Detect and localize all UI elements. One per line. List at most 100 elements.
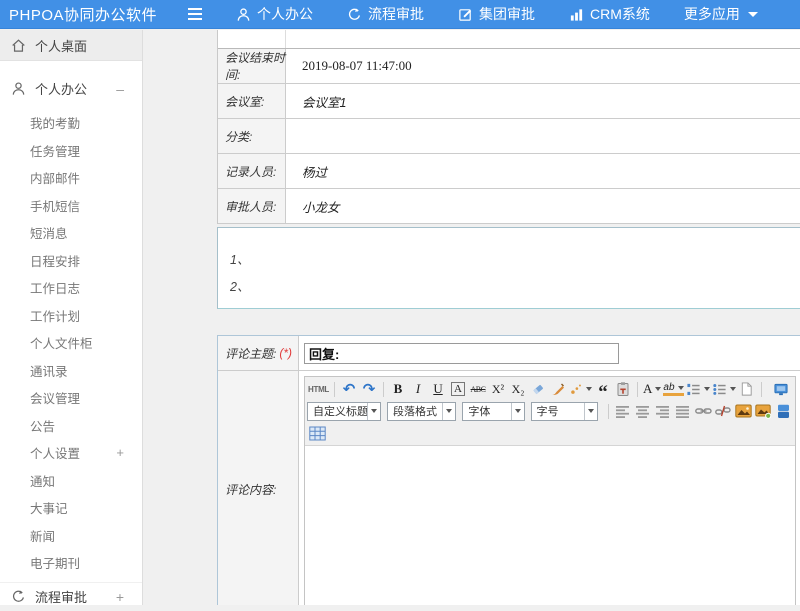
sidebar-item[interactable]: 短消息 — [0, 219, 142, 247]
font-name-icon[interactable]: A — [451, 382, 465, 396]
expand-icon[interactable]: + — [116, 589, 124, 605]
sidebar-item[interactable]: 公告 — [0, 412, 142, 440]
sidebar-item[interactable]: 内部邮件 — [0, 164, 142, 192]
nav-more-apps[interactable]: 更多应用 — [684, 4, 758, 24]
subscript-icon[interactable]: X₂ — [509, 380, 527, 398]
sidebar-item-label: 任务管理 — [30, 141, 80, 160]
nav-group-approval[interactable]: 集团审批 — [458, 4, 535, 24]
sidebar-item[interactable]: 新闻 — [0, 522, 142, 550]
toolbar-row-3 — [307, 422, 793, 444]
comment-content-label: 评论内容: — [218, 371, 299, 605]
insert-media-icon[interactable] — [774, 402, 792, 420]
editor-toolbar: HTML ↶ ↷ B I U A ABC X² X₂ — [305, 377, 795, 445]
rich-text-editor: HTML ↶ ↷ B I U A ABC X² X₂ — [304, 376, 796, 605]
source-code-button[interactable]: HTML — [308, 380, 329, 398]
undo-icon[interactable]: ↶ — [340, 380, 358, 398]
menu-toggle-icon[interactable] — [188, 8, 202, 20]
underline-icon[interactable]: U — [429, 380, 447, 398]
sidebar-item[interactable]: 会议管理 — [0, 384, 142, 412]
superscript-icon[interactable]: X² — [489, 380, 507, 398]
network-image-icon[interactable] — [754, 402, 772, 420]
sidebar-item-label: 日程安排 — [30, 251, 80, 270]
sidebar-item[interactable]: 电子期刊 — [0, 549, 142, 577]
field-label: 会议结束时间: — [218, 49, 286, 83]
align-right-icon[interactable] — [654, 402, 672, 420]
sidebar-item[interactable]: 工作计划 — [0, 302, 142, 330]
meeting-rows: 会议结束时间: 2019-08-07 11:47:00 会议室: 会议室1 分类… — [218, 49, 800, 224]
sidebar-item[interactable]: 日程安排 — [0, 247, 142, 275]
strikethrough-icon[interactable]: ABC — [469, 380, 487, 398]
table-row: 会议室: 会议室1 — [218, 84, 800, 119]
sidebar-item-label: 工作日志 — [30, 278, 80, 297]
nav-crm-system[interactable]: CRM系统 — [569, 4, 650, 24]
new-document-icon[interactable] — [738, 380, 756, 398]
required-mark: (*) — [279, 346, 292, 360]
process-icon — [11, 589, 26, 604]
paste-icon[interactable] — [614, 380, 632, 398]
app-brand[interactable]: PHPOA协同办公软件 — [0, 4, 188, 25]
font-size-select[interactable]: 字号 — [531, 402, 599, 421]
sidebar-item[interactable]: 我的考勤 — [0, 109, 142, 137]
sidebar-item-label: 工作计划 — [30, 306, 80, 325]
quick-format-icon[interactable] — [569, 380, 592, 398]
sidebar-item-label: 会议管理 — [30, 388, 80, 407]
insert-image-icon[interactable] — [734, 402, 752, 420]
unlink-icon[interactable] — [714, 402, 732, 420]
unordered-list-icon[interactable] — [712, 380, 736, 398]
remove-format-icon[interactable] — [529, 380, 547, 398]
toolbar-row-2: 自定义标题 段落格式 字体 — [307, 400, 793, 422]
sidebar-item-label: 手机短信 — [30, 196, 80, 215]
sidebar-group-process-approval[interactable]: 流程审批 + — [0, 582, 142, 611]
font-family-select[interactable]: 字体 — [462, 402, 524, 421]
sidebar-group-personal-office[interactable]: 个人办公 – — [0, 74, 142, 103]
highlight-color-icon[interactable]: ab — [663, 382, 683, 396]
sidebar-item[interactable]: 通知 — [0, 467, 142, 495]
collapse-icon[interactable]: – — [116, 81, 124, 97]
toolbar-row-1: HTML ↶ ↷ B I U A ABC X² X₂ — [307, 378, 793, 400]
paragraph-format-select[interactable]: 段落格式 — [387, 402, 456, 421]
align-center-icon[interactable] — [634, 402, 652, 420]
nav-label: 流程审批 — [368, 4, 424, 24]
insert-link-icon[interactable] — [694, 402, 712, 420]
table-row: 会议结束时间: 2019-08-07 11:47:00 — [218, 49, 800, 84]
field-value: 小龙女 — [286, 189, 800, 223]
editor-content-area[interactable] — [305, 445, 795, 605]
sidebar-item[interactable]: 任务管理 — [0, 137, 142, 165]
fullscreen-icon[interactable] — [772, 380, 790, 398]
sidebar-item[interactable]: 工作日志 — [0, 274, 142, 302]
sidebar-item-personal-desktop[interactable]: 个人桌面 — [0, 30, 142, 61]
field-label: 审批人员: — [218, 189, 286, 223]
table-row-partial — [218, 30, 800, 49]
sidebar-item[interactable]: 个人文件柜 — [0, 329, 142, 357]
font-color-icon[interactable]: A — [643, 380, 661, 398]
sidebar-item-label: 通知 — [30, 471, 55, 490]
expand-icon[interactable]: + — [116, 445, 124, 460]
italic-icon[interactable]: I — [409, 380, 427, 398]
sidebar-item[interactable]: 手机短信 — [0, 192, 142, 220]
sidebar-group-label: 个人办公 — [35, 79, 87, 98]
format-painter-icon[interactable] — [549, 380, 567, 398]
ordered-list-icon[interactable] — [686, 380, 710, 398]
align-justify-icon[interactable] — [674, 402, 692, 420]
insert-table-icon[interactable] — [308, 424, 326, 442]
sidebar-item[interactable]: 个人设置 + — [0, 439, 142, 467]
sidebar-item[interactable]: 大事记 — [0, 494, 142, 522]
nav-process-approval[interactable]: 流程审批 — [347, 4, 424, 24]
bold-icon[interactable]: B — [389, 380, 407, 398]
nav-label: CRM系统 — [590, 4, 650, 24]
sidebar-item-label: 新闻 — [30, 526, 55, 545]
sidebar-item[interactable]: 通讯录 — [0, 357, 142, 385]
nav-label: 个人办公 — [257, 4, 313, 24]
user-icon — [236, 7, 251, 22]
heading-select[interactable]: 自定义标题 — [307, 402, 381, 421]
align-left-icon[interactable] — [614, 402, 632, 420]
nav-personal-office[interactable]: 个人办公 — [236, 4, 313, 24]
redo-icon[interactable]: ↷ — [360, 380, 378, 398]
edit-icon — [458, 7, 473, 22]
sidebar-item-label: 电子期刊 — [30, 553, 80, 572]
comment-subject-input[interactable] — [304, 343, 619, 364]
sidebar-group-label: 流程审批 — [35, 587, 87, 606]
table-row: 记录人员: 杨过 — [218, 154, 800, 189]
home-icon — [11, 38, 26, 53]
blockquote-icon[interactable]: “ — [594, 380, 612, 398]
